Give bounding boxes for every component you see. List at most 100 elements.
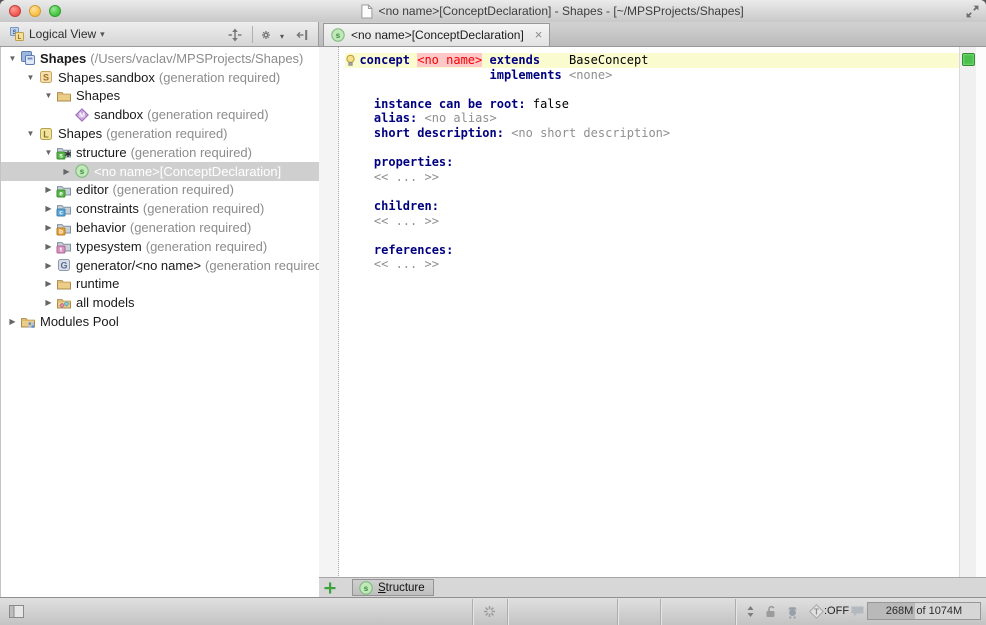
tree-indent — [1, 171, 60, 172]
tree-item-label: editor — [76, 182, 109, 197]
expand-arrow-icon[interactable]: ▼ — [6, 54, 19, 63]
statusbar-separator — [617, 599, 618, 625]
editor-line[interactable]: << ... >> — [345, 257, 960, 272]
tree-row-modules-pool[interactable]: ▶Modules Pool — [1, 312, 319, 331]
editor-line[interactable]: short description: <no short description… — [345, 126, 960, 141]
project-tool-window[interactable]: ▼Shapes(/Users/vaclav/MPSProjects/Shapes… — [0, 47, 320, 597]
typesystem-toggle-label[interactable]: :OFF — [824, 605, 849, 617]
document-proxy-icon[interactable] — [361, 4, 374, 19]
editor-line[interactable]: references: — [345, 243, 960, 258]
tree-row-editor[interactable]: ▶eeditor(generation required) — [1, 181, 319, 200]
editor-line[interactable] — [345, 141, 960, 156]
tab-concept-declaration[interactable]: s <no name>[ConceptDeclaration] × — [323, 23, 550, 46]
background-tasks-icon — [481, 603, 498, 620]
tree-row-shapes-sandbox[interactable]: ▼SShapes.sandbox(generation required) — [1, 68, 319, 87]
editor-line[interactable]: properties: — [345, 155, 960, 170]
view-selector-dropdown[interactable]: SL Logical View ▾ — [4, 24, 110, 44]
notifications-icon[interactable] — [849, 603, 866, 620]
gear-icon[interactable]: ▾ — [260, 26, 284, 44]
expand-arrow-icon[interactable]: ▶ — [42, 298, 55, 307]
tree-item-suffix: (generation required) — [113, 182, 234, 197]
allmodels-icon — [55, 295, 72, 311]
position-widget-icon[interactable] — [742, 603, 759, 620]
unlock-icon[interactable] — [762, 603, 779, 620]
code-segment — [345, 97, 374, 111]
svg-text:L: L — [43, 129, 49, 139]
tree-item-label: structure — [76, 145, 127, 160]
structure-tab-label: Structure — [378, 582, 425, 594]
editor-line[interactable]: implements <none> — [345, 68, 960, 83]
expand-arrow-icon[interactable]: ▶ — [60, 167, 73, 176]
window-title-group: <no name>[ConceptDeclaration] - Shapes -… — [361, 0, 744, 22]
expand-arrow-icon[interactable]: ▶ — [42, 204, 55, 213]
tree-row-shapes[interactable]: ▼LShapes(generation required) — [1, 124, 319, 143]
tree-item-suffix: (/Users/vaclav/MPSProjects/Shapes) — [90, 51, 303, 66]
editor-scrollbar[interactable] — [976, 47, 986, 578]
tree-row-generator-no-name[interactable]: ▶Ggenerator/<no name>(generation require… — [1, 256, 319, 275]
memory-indicator[interactable]: 268M of 1074M — [867, 602, 981, 620]
tree-row-all-models[interactable]: ▶ all models — [1, 293, 319, 312]
close-window-button[interactable] — [9, 5, 21, 17]
expand-arrow-icon[interactable]: ▼ — [42, 148, 55, 157]
tree-item-suffix: (generation required) — [130, 220, 251, 235]
expand-arrow-icon[interactable]: ▶ — [42, 223, 55, 232]
tree-item-label: Shapes.sandbox — [58, 70, 155, 85]
tree-item-label: Shapes — [58, 126, 102, 141]
tree-row-no-name-conceptdeclaration[interactable]: ▶s<no name>[ConceptDeclaration] — [1, 162, 319, 181]
expand-arrow-icon[interactable]: ▶ — [42, 242, 55, 251]
tree-row-runtime[interactable]: ▶ runtime — [1, 275, 319, 294]
editor-line[interactable]: children: — [345, 199, 960, 214]
autoscroll-button[interactable] — [226, 26, 244, 44]
expand-arrow-icon[interactable]: ▼ — [42, 91, 55, 100]
no-errors-indicator[interactable] — [962, 53, 975, 66]
editor-line[interactable] — [345, 184, 960, 199]
behavior-icon: b — [55, 220, 72, 236]
code-segment: properties: — [374, 155, 453, 169]
hide-panel-button[interactable] — [294, 26, 312, 44]
expand-arrow-icon[interactable]: ▶ — [6, 317, 19, 326]
minimize-window-button[interactable] — [29, 5, 41, 17]
zoom-window-button[interactable] — [49, 5, 61, 17]
expand-arrow-icon[interactable]: ▶ — [42, 185, 55, 194]
tree-item-label: runtime — [76, 276, 119, 291]
expand-arrow-icon[interactable]: ▶ — [42, 279, 55, 288]
svg-text:c: c — [59, 209, 63, 216]
tab-structure[interactable]: s Structure — [352, 579, 434, 596]
hector-inspector-icon[interactable] — [784, 603, 801, 620]
editor-line[interactable]: << ... >> — [345, 170, 960, 185]
code-segment: concept — [359, 53, 417, 67]
editor-line[interactable]: concept <no name> extends BaseConcept — [345, 53, 960, 68]
add-tab-button[interactable] — [322, 580, 338, 596]
tree-row-behavior[interactable]: ▶bbehavior(generation required) — [1, 218, 319, 237]
tree-indent — [1, 283, 42, 284]
expand-arrow-icon[interactable]: ▼ — [24, 73, 37, 82]
tree-row-sandbox[interactable]: Msandbox(generation required) — [1, 105, 319, 124]
tree-row-typesystem[interactable]: ▶ttypesystem(generation required) — [1, 237, 319, 256]
tree-item-label: constraints — [76, 201, 139, 216]
editor-content[interactable]: concept <no name> extends BaseConcept im… — [339, 47, 960, 578]
error-stripe[interactable] — [959, 47, 976, 578]
editor-line[interactable]: alias: <no alias> — [345, 111, 960, 126]
toggle-toolwindows-button[interactable] — [8, 603, 25, 620]
editor-line[interactable] — [345, 82, 960, 97]
expand-arrow-icon[interactable]: ▶ — [42, 261, 55, 270]
tree-indent — [1, 114, 60, 115]
editor-line[interactable] — [345, 228, 960, 243]
tree-row-shapes[interactable]: ▼Shapes — [1, 87, 319, 106]
concept-icon: s — [73, 163, 90, 179]
title-bar[interactable]: <no name>[ConceptDeclaration] - Shapes -… — [0, 0, 986, 23]
tree-row-shapes[interactable]: ▼Shapes(/Users/vaclav/MPSProjects/Shapes… — [1, 49, 319, 68]
editor-line[interactable]: << ... >> — [345, 214, 960, 229]
code-segment: implements — [490, 68, 562, 82]
editor-line[interactable]: instance can be root: false — [345, 97, 960, 112]
expand-arrow-icon[interactable]: ▼ — [24, 129, 37, 138]
typesystem-toggle-icon[interactable]: T — [808, 603, 825, 620]
logical-view-icon: SL — [9, 26, 25, 42]
close-icon[interactable]: × — [535, 30, 543, 40]
tree-item-label: all models — [76, 295, 135, 310]
editor-gutter — [319, 47, 339, 578]
tree-row-constraints[interactable]: ▶cconstraints(generation required) — [1, 199, 319, 218]
tree-item-label: sandbox — [94, 107, 143, 122]
fullscreen-icon[interactable] — [965, 4, 980, 19]
tree-row-structure[interactable]: ▼sstructure(generation required) — [1, 143, 319, 162]
